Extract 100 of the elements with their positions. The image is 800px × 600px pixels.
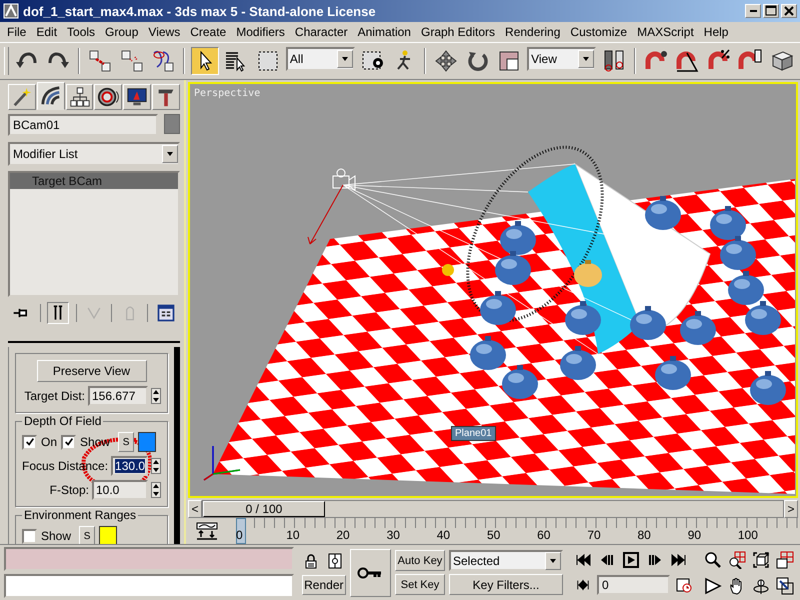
checkbox[interactable]: On (22, 434, 58, 450)
parallel-bars-button[interactable] (47, 302, 70, 324)
menu-item[interactable]: Animation (352, 23, 416, 41)
key-icon (357, 564, 384, 580)
menu-item[interactable]: Group (100, 23, 144, 41)
viewport[interactable]: Perspective Plane01 (188, 82, 798, 498)
dropdown-value: Selected (452, 554, 500, 568)
frame-number: 0 (236, 528, 243, 542)
play-icon (623, 552, 639, 568)
menu-item[interactable]: Views (143, 23, 186, 41)
scrollbar[interactable] (174, 347, 180, 544)
wand-icon (10, 86, 33, 108)
dropdown-arrow-button[interactable] (336, 50, 353, 68)
object-tooltip: Plane01 (451, 426, 496, 441)
number-field[interactable]: 156.677 (88, 386, 148, 406)
object-color-button[interactable] (164, 114, 180, 134)
absolute-mode-button[interactable] (326, 550, 344, 570)
menu-item[interactable]: Modifiers (231, 23, 290, 41)
next-frame-button[interactable]: > (784, 500, 798, 518)
menu-item[interactable]: Graph Editors (416, 23, 500, 41)
set-keys-button[interactable] (350, 548, 391, 596)
object-name-field[interactable]: BCam01 (8, 114, 158, 136)
padlock-icon (302, 552, 319, 568)
key-mode-dropdown[interactable]: Selected (449, 550, 563, 571)
frame-number: 10 (286, 528, 300, 542)
magnifier-icon (704, 550, 722, 568)
time-slider-track[interactable]: 0 / 100 (202, 500, 784, 518)
wheel-tab[interactable] (94, 84, 122, 110)
teapot (480, 291, 516, 325)
crosshair-box-icon (326, 552, 343, 568)
minimize-button[interactable] (745, 4, 761, 18)
zoom-extents-all-button[interactable] (774, 548, 796, 570)
number-field[interactable]: 10.0 (92, 480, 148, 500)
current-frame-field[interactable]: 0 (597, 575, 670, 595)
modifier-list-dropdown[interactable]: Modifier List (8, 142, 180, 166)
monitor-tab[interactable] (123, 84, 152, 110)
stack-item[interactable]: Target BCam (10, 173, 178, 189)
box-icon (770, 49, 794, 73)
maximize-button[interactable] (763, 4, 779, 18)
curve-editor-icon (196, 522, 218, 540)
check-icon (64, 437, 74, 447)
swatch-toggle-button[interactable]: S (79, 526, 96, 544)
menu-item[interactable]: File (2, 23, 32, 41)
render-button[interactable]: Render (302, 574, 346, 594)
wand-tab[interactable] (8, 84, 36, 110)
teapot (710, 206, 746, 240)
rotate-icon (466, 49, 490, 73)
maxscript-listener-field[interactable] (4, 547, 294, 571)
set-key-button[interactable]: Set Key (395, 574, 445, 595)
hammer-tab[interactable] (152, 84, 180, 110)
hierarchy-tab[interactable] (66, 84, 94, 110)
menu-item[interactable]: Character (290, 23, 353, 41)
curved-bars-tab[interactable] (36, 82, 65, 110)
field-label: Focus Distance: (22, 459, 108, 473)
auto-key-button[interactable]: Auto Key (395, 550, 445, 571)
color-swatch[interactable] (138, 432, 156, 452)
dropdown[interactable]: All (286, 47, 355, 71)
play-button[interactable] (621, 550, 641, 570)
color-swatch[interactable] (99, 526, 118, 544)
windows-arrow-icon (776, 576, 794, 594)
previous-frame-button[interactable]: < (188, 500, 202, 518)
bound-squares-icon (151, 49, 176, 73)
spinner-arrows-icon (151, 482, 161, 498)
menu-item[interactable]: Customize (565, 23, 632, 41)
unlinked-squares-icon (120, 49, 144, 73)
current-frame-marker (236, 518, 246, 544)
spinner-arrows-icon (151, 388, 161, 404)
menu-item[interactable]: Tools (62, 23, 100, 41)
dropdown-arrow-button[interactable] (545, 552, 561, 570)
dropdown-arrow-button[interactable] (578, 50, 594, 68)
menu-item[interactable]: Rendering (500, 23, 566, 41)
pivot-icon (602, 49, 626, 73)
square-icon (497, 49, 522, 73)
frame-number: 90 (688, 528, 702, 542)
min-max-toggle-button[interactable] (774, 574, 796, 596)
teapot (680, 311, 716, 345)
key-filters-button[interactable]: Key Filters... (449, 574, 563, 595)
menu-item[interactable]: Create (185, 23, 232, 41)
checkbox[interactable]: Show (22, 528, 72, 544)
menu-item[interactable]: Edit (31, 23, 62, 41)
swatch-toggle-button[interactable]: S (118, 432, 134, 452)
field-label: F-Stop: (50, 483, 89, 497)
window-grid-button[interactable] (154, 302, 177, 324)
close-button[interactable] (781, 4, 797, 18)
triangle-view-icon (704, 576, 722, 594)
cursor-arrow-button[interactable] (191, 47, 219, 75)
time-slider-thumb[interactable]: 0 / 100 (203, 501, 325, 517)
axis-tripod-icon (203, 445, 241, 481)
preserve-view-button[interactable]: Preserve View (36, 360, 146, 382)
menu-item[interactable]: MAXScript (632, 23, 699, 41)
light-marker (442, 264, 454, 276)
prompt-line-field[interactable] (4, 574, 294, 598)
teapot (560, 346, 596, 380)
timeline-ruler[interactable]: 0 10 20 30 40 50 60 70 80 90 100 (234, 518, 800, 544)
menu-item[interactable]: Help (698, 23, 734, 41)
dropdown[interactable]: View (527, 47, 596, 71)
dropdown-arrow-button[interactable] (162, 145, 178, 163)
number-field[interactable]: 130.0 (111, 456, 148, 476)
frame-number: 40 (436, 528, 450, 542)
step-forward-icon (647, 552, 663, 568)
